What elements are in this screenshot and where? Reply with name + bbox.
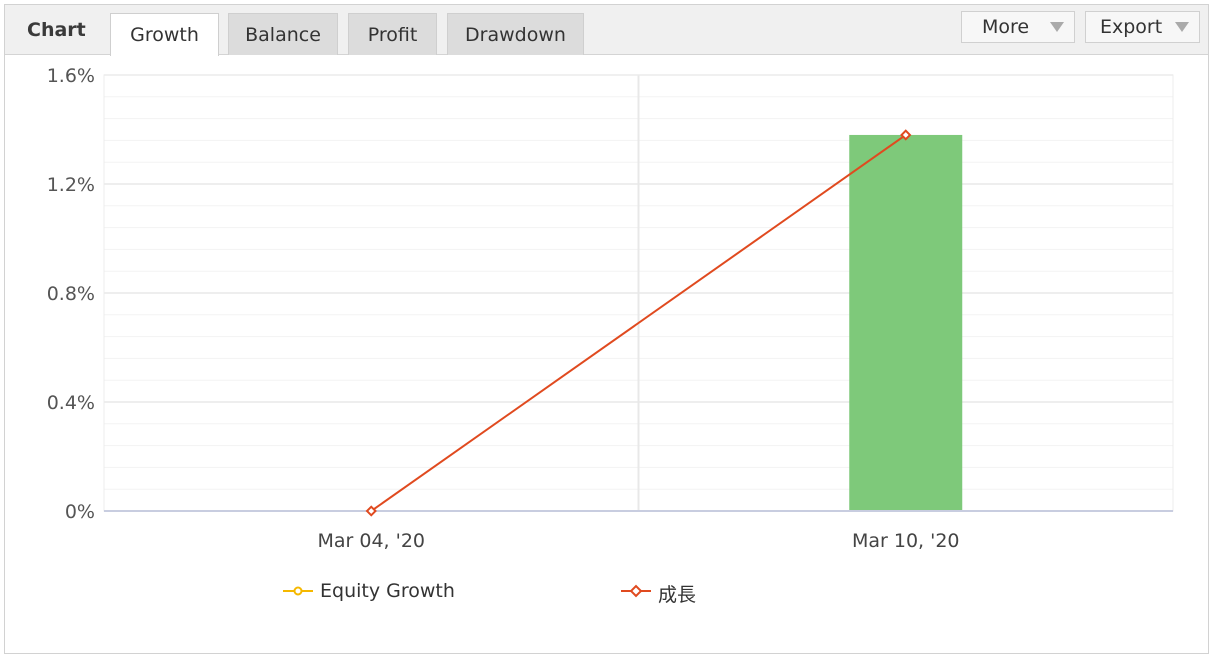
y-tick-label: 0% [65, 501, 95, 523]
growth-chart: 0% 0.4% 0.8% 1.2% 1.6% Mar 04, '20 Mar 10, '2… [47, 65, 1174, 552]
y-tick-label: 0.8% [47, 283, 95, 305]
y-tick-label: 1.2% [47, 174, 95, 196]
bar-series [849, 134, 963, 511]
legend-marker-icon [283, 586, 313, 596]
bar [849, 134, 963, 511]
y-tick-label: 0.4% [47, 392, 95, 414]
legend-marker-icon [621, 584, 651, 598]
x-tick-label: Mar 10, '20 [852, 530, 960, 552]
y-tick-label: 1.6% [47, 65, 95, 87]
legend-label: Equity Growth [320, 580, 455, 602]
x-tick-label: Mar 04, '20 [317, 530, 425, 552]
x-axis-ticks: Mar 04, '20 Mar 10, '20 [317, 530, 959, 552]
legend-label: 成長 [658, 584, 697, 606]
y-axis-ticks: 0% 0.4% 0.8% 1.2% 1.6% [47, 65, 95, 523]
